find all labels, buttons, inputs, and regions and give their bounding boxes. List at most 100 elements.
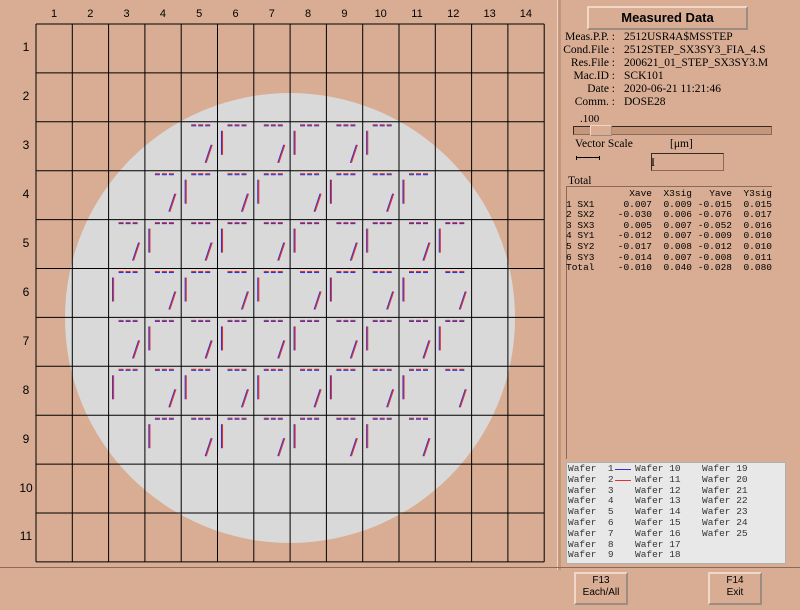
meta-key: Res.File : xyxy=(570,57,615,69)
legend-item: Wafer 7 xyxy=(568,527,614,539)
legend-item: Wafer 11 xyxy=(635,473,681,485)
legend-item: Wafer 12 xyxy=(635,484,681,496)
legend-item: Wafer 13 xyxy=(635,495,681,507)
legend-item: Wafer 15 xyxy=(635,517,681,528)
column-label: 11 xyxy=(411,8,423,20)
meta-key: Date : xyxy=(587,83,615,95)
stats-cell: -0.017 xyxy=(617,240,652,252)
stats-row: Total -0.010 0.040 -0.028 0.080 xyxy=(566,263,772,274)
row-label: 1 xyxy=(22,40,30,55)
meta-key: Comm. : xyxy=(574,96,615,108)
exit-key: F14 xyxy=(726,575,744,586)
legend-item: Wafer 18 xyxy=(635,549,681,561)
each-all-button[interactable]: F13 Each/All xyxy=(574,572,628,605)
stats-cell: Total xyxy=(566,262,595,274)
legend-item: Wafer 22 xyxy=(702,495,748,507)
meta-value: DOSE28 xyxy=(624,96,666,108)
legend-item: Wafer 14 xyxy=(635,506,681,518)
stats-cell: 0.080 xyxy=(743,262,772,274)
column-label: 7 xyxy=(268,8,275,20)
vector-scale-unit: [μm] xyxy=(670,138,693,150)
column-label: 13 xyxy=(483,8,496,20)
stats-cell xyxy=(566,189,612,200)
legend-item: Wafer 19 xyxy=(702,463,748,474)
bottom-divider xyxy=(0,567,800,568)
stats-table: Xave X3sig Yave Y3sig 1 SX1 0.007 0.009 -0.015 0… xyxy=(566,188,772,274)
row-label: 8 xyxy=(22,382,30,397)
each-all-label: Each/All xyxy=(582,587,620,598)
column-label: 14 xyxy=(519,8,533,20)
legend-item: Wafer 16 xyxy=(635,527,681,539)
vector-scale-input[interactable]: I xyxy=(651,153,724,171)
stats-cell: Y3sig xyxy=(743,188,772,199)
meta-value: 2020-06-21 11:21:46 xyxy=(624,83,721,95)
legend-swatch xyxy=(615,479,631,481)
vector-scale-label: Vector Scale xyxy=(575,138,633,150)
meta-value: 2512USR4A$MSSTEP xyxy=(624,31,733,43)
exit-label: Exit xyxy=(726,587,744,598)
row-label: 5 xyxy=(22,236,30,251)
stats-cell: -0.012 xyxy=(697,240,732,252)
each-all-key: F13 xyxy=(592,575,610,586)
legend-item: Wafer 3 xyxy=(568,484,614,496)
column-label: 10 xyxy=(374,8,387,20)
column-label: 8 xyxy=(305,8,312,20)
legend-item: Wafer 21 xyxy=(702,484,748,496)
legend-item: Wafer 9 xyxy=(568,549,614,561)
legend-item: Wafer 4 xyxy=(568,495,614,507)
text-cursor-icon: I xyxy=(651,155,655,169)
legend-item: Wafer 2 xyxy=(568,473,614,485)
column-label: 6 xyxy=(232,8,239,20)
column-label: 2 xyxy=(87,8,94,20)
wafer-map[interactable] xyxy=(0,0,560,565)
stats-row: 5 SY2 -0.017 0.008 -0.012 0.010 xyxy=(566,240,772,253)
stats-cell: -0.010 xyxy=(617,262,652,274)
vector-scale-bar-icon xyxy=(576,156,600,160)
scale-slider-thumb[interactable] xyxy=(590,125,612,136)
stats-cell: -0.028 xyxy=(697,262,732,274)
row-label: 11 xyxy=(19,529,33,544)
stats-cell: 0.008 xyxy=(663,240,692,252)
legend-item: Wafer 24 xyxy=(702,517,748,528)
row-label: 7 xyxy=(22,333,30,348)
meta-value: 2512STEP_SX3SY3_FIA_4.S xyxy=(624,44,766,56)
column-label: 9 xyxy=(341,8,348,20)
legend-item: Wafer 17 xyxy=(635,538,681,550)
panel-divider xyxy=(557,0,561,570)
stats-cell: 0.040 xyxy=(663,262,692,274)
stats-cell: 5 SY2 xyxy=(566,240,595,252)
meta-key: Mac.ID : xyxy=(573,70,615,82)
legend-swatch xyxy=(615,469,631,470)
row-label: 4 xyxy=(22,187,30,202)
legend-item: Wafer 20 xyxy=(702,473,748,485)
legend-item: Wafer 25 xyxy=(702,527,748,539)
meta-value: SCK101 xyxy=(624,70,664,82)
column-label: 3 xyxy=(123,8,130,20)
slider-value: .100 xyxy=(580,113,600,125)
wafer-legend: Wafer 1 Wafer 2 Wafer 3 Wafer 4 Wafer 5 Wafer… xyxy=(566,462,786,564)
legend-item: Wafer 5 xyxy=(568,506,614,518)
meta-key: Meas.P.P. : xyxy=(565,31,615,43)
column-label: 1 xyxy=(50,8,58,20)
row-label: 3 xyxy=(22,138,30,153)
meta-value: 200621_01_STEP_SX3SY3.M xyxy=(624,57,769,69)
exit-button[interactable]: F14 Exit xyxy=(708,572,762,605)
row-label: 10 xyxy=(19,480,33,495)
row-label: 9 xyxy=(22,431,30,446)
legend-item: Wafer 23 xyxy=(702,506,748,518)
row-label: 2 xyxy=(22,89,30,104)
legend-item: Wafer 6 xyxy=(568,517,614,528)
stats-cell: Yave xyxy=(709,188,732,199)
meta-key: Cond.File : xyxy=(563,44,615,56)
panel-title: Measured Data xyxy=(587,6,748,30)
legend-item: Wafer 1 xyxy=(568,463,614,474)
stats-cell: 0.010 xyxy=(743,240,772,252)
legend-item: Wafer 8 xyxy=(568,538,614,550)
legend-item: Wafer 10 xyxy=(635,463,681,474)
stats-cell: X3sig xyxy=(663,188,692,199)
row-label: 6 xyxy=(22,284,30,299)
column-label: 12 xyxy=(447,8,460,20)
column-label: 4 xyxy=(159,8,166,20)
stats-cell: Xave xyxy=(629,188,652,199)
column-label: 5 xyxy=(196,8,203,20)
